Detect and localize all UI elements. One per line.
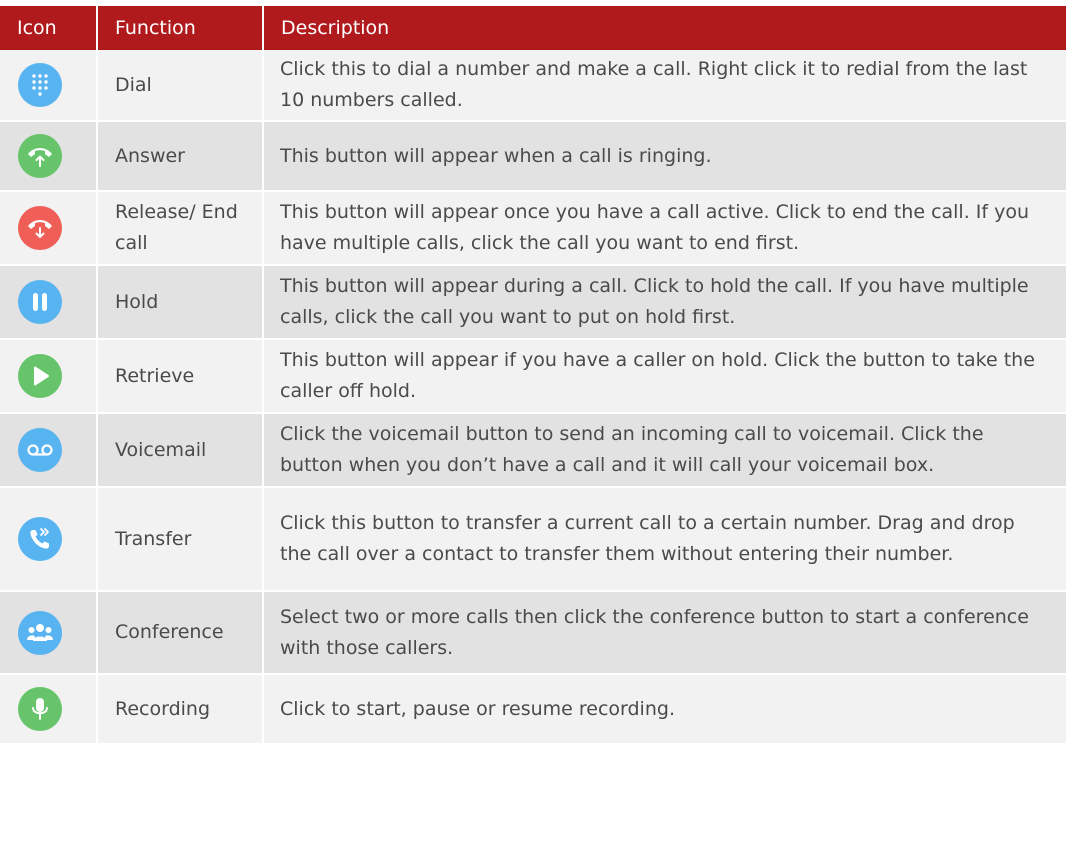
function-description: Click to start, pause or resume recordin…: [262, 675, 1066, 743]
play-icon: [18, 354, 62, 398]
pause-icon: [18, 280, 62, 324]
function-description: Click the voicemail button to send an in…: [262, 414, 1066, 486]
function-label: Retrieve: [96, 340, 262, 412]
function-label: Dial: [96, 50, 262, 120]
function-label: Release/ End call: [96, 192, 262, 264]
transfer-icon: [18, 517, 62, 561]
header-icon: Icon: [17, 17, 57, 39]
function-description: This button will appear during a call. C…: [262, 266, 1066, 338]
voicemail-icon: [18, 428, 62, 472]
function-label: Transfer: [96, 488, 262, 590]
microphone-icon: [18, 687, 62, 731]
table-row: Dial Click this to dial a number and mak…: [0, 50, 1066, 122]
release-phone-icon: [18, 206, 62, 250]
function-description: Click this to dial a number and make a c…: [262, 50, 1066, 120]
function-label: Conference: [96, 592, 262, 673]
function-label: Hold: [96, 266, 262, 338]
header-description: Description: [262, 6, 1066, 50]
table-row: Retrieve This button will appear if you …: [0, 340, 1066, 414]
function-label: Voicemail: [96, 414, 262, 486]
function-description: This button will appear if you have a ca…: [262, 340, 1066, 412]
function-label: Answer: [96, 122, 262, 190]
table-header: Icon Function Description: [0, 6, 1066, 50]
table-row: Voicemail Click the voicemail button to …: [0, 414, 1066, 488]
table-row: Answer This button will appear when a ca…: [0, 122, 1066, 192]
function-description: Click this button to transfer a current …: [262, 488, 1066, 590]
conference-icon: [18, 610, 62, 655]
function-table: Icon Function Description Dial Click thi…: [0, 6, 1066, 745]
table-row: Transfer Click this button to transfer a…: [0, 488, 1066, 592]
table-row: Conference Select two or more calls then…: [0, 592, 1066, 675]
table-row: Release/ End call This button will appea…: [0, 192, 1066, 266]
table-row: Hold This button will appear during a ca…: [0, 266, 1066, 340]
function-label: Recording: [96, 675, 262, 743]
dialpad-icon: [18, 63, 62, 107]
table-row: Recording Click to start, pause or resum…: [0, 675, 1066, 745]
header-function: Function: [96, 6, 262, 50]
function-description: This button will appear once you have a …: [262, 192, 1066, 264]
function-description: Select two or more calls then click the …: [262, 592, 1066, 673]
function-description: This button will appear when a call is r…: [262, 122, 1066, 190]
answer-phone-icon: [18, 134, 62, 178]
